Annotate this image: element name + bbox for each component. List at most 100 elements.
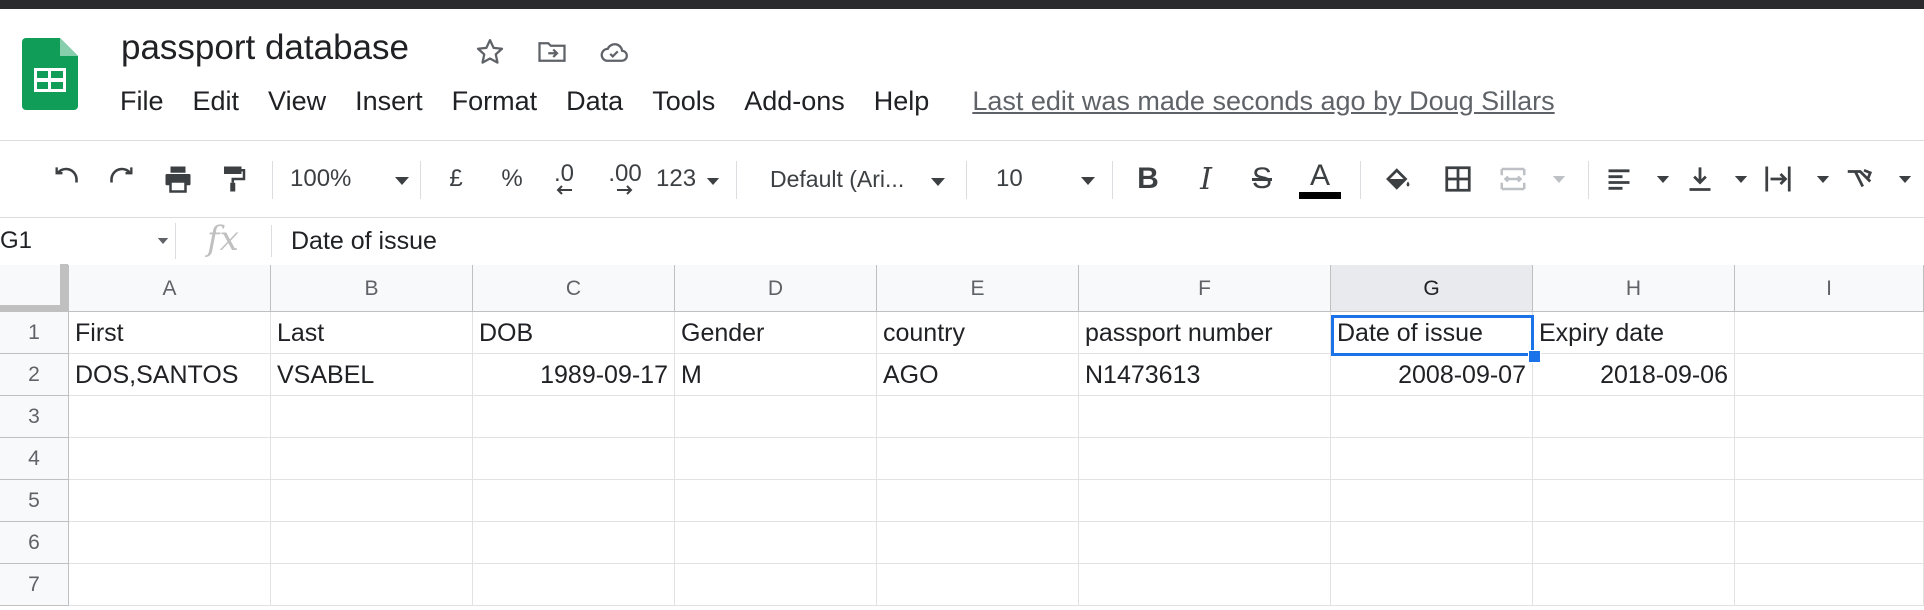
menu-help[interactable]: Help <box>874 86 930 117</box>
cell-f2[interactable]: N1473613 <box>1079 354 1331 396</box>
cell-i1[interactable] <box>1735 312 1924 354</box>
cell-c7[interactable] <box>473 564 675 606</box>
cell-a4[interactable] <box>69 438 271 480</box>
bold-button[interactable]: B <box>1128 155 1168 203</box>
cell-h7[interactable] <box>1533 564 1735 606</box>
cell-f7[interactable] <box>1079 564 1331 606</box>
row-header-2[interactable]: 2 <box>0 354 69 396</box>
cell-d6[interactable] <box>675 522 877 564</box>
menu-view[interactable]: View <box>268 86 326 117</box>
fill-handle[interactable] <box>1528 350 1541 363</box>
cell-c6[interactable] <box>473 522 675 564</box>
text-wrapping-icon[interactable] <box>1762 155 1830 203</box>
merge-cells-icon[interactable] <box>1496 155 1566 203</box>
menu-add-ons[interactable]: Add-ons <box>744 86 845 117</box>
cell-c3[interactable] <box>473 396 675 438</box>
cell-e5[interactable] <box>877 480 1079 522</box>
row-header-7[interactable]: 7 <box>0 564 69 606</box>
cell-b1[interactable]: Last <box>271 312 473 354</box>
cell-d1[interactable]: Gender <box>675 312 877 354</box>
cell-e2[interactable]: AGO <box>877 354 1079 396</box>
fill-color-icon[interactable] <box>1378 155 1418 203</box>
cell-i4[interactable] <box>1735 438 1924 480</box>
cell-h5[interactable] <box>1533 480 1735 522</box>
cell-f3[interactable] <box>1079 396 1331 438</box>
row-header-3[interactable]: 3 <box>0 396 69 438</box>
chevron-down-icon[interactable] <box>150 223 175 259</box>
text-rotation-icon[interactable] <box>1842 155 1912 203</box>
cell-h3[interactable] <box>1533 396 1735 438</box>
cell-i6[interactable] <box>1735 522 1924 564</box>
cell-b5[interactable] <box>271 480 473 522</box>
cell-f5[interactable] <box>1079 480 1331 522</box>
horizontal-align-icon[interactable] <box>1604 155 1670 203</box>
cell-b3[interactable] <box>271 396 473 438</box>
cell-d7[interactable] <box>675 564 877 606</box>
document-title[interactable]: passport database <box>121 28 409 68</box>
cell-a2[interactable]: DOS,SANTOS <box>69 354 271 396</box>
cell-b4[interactable] <box>271 438 473 480</box>
row-header-4[interactable]: 4 <box>0 438 69 480</box>
cell-i7[interactable] <box>1735 564 1924 606</box>
cell-g6[interactable] <box>1331 522 1533 564</box>
cell-a7[interactable] <box>69 564 271 606</box>
column-header-h[interactable]: H <box>1533 265 1735 312</box>
cell-d2[interactable]: M <box>675 354 877 396</box>
cell-c5[interactable] <box>473 480 675 522</box>
row-header-6[interactable]: 6 <box>0 522 69 564</box>
cell-f4[interactable] <box>1079 438 1331 480</box>
column-header-g[interactable]: G <box>1331 265 1533 312</box>
cell-g5[interactable] <box>1331 480 1533 522</box>
text-color-button[interactable]: A <box>1298 155 1342 203</box>
menu-insert[interactable]: Insert <box>355 86 423 117</box>
cell-e6[interactable] <box>877 522 1079 564</box>
column-header-c[interactable]: C <box>473 265 675 312</box>
cell-d5[interactable] <box>675 480 877 522</box>
cell-g3[interactable] <box>1331 396 1533 438</box>
menu-format[interactable]: Format <box>452 86 538 117</box>
cell-a3[interactable] <box>69 396 271 438</box>
column-header-i[interactable]: I <box>1735 265 1924 312</box>
row-header-1[interactable]: 1 <box>0 312 69 354</box>
cell-h2[interactable]: 2018-09-06 <box>1533 354 1735 396</box>
more-formats-select[interactable]: 123 <box>656 155 720 203</box>
menu-file[interactable]: File <box>120 86 164 117</box>
formula-input[interactable]: Date of issue <box>291 225 437 257</box>
vertical-align-icon[interactable] <box>1686 155 1748 203</box>
cell-c4[interactable] <box>473 438 675 480</box>
move-to-folder-icon[interactable] <box>534 34 570 70</box>
cell-i2[interactable] <box>1735 354 1924 396</box>
print-icon[interactable] <box>156 155 200 203</box>
column-header-e[interactable]: E <box>877 265 1079 312</box>
strikethrough-button[interactable]: S <box>1242 155 1282 203</box>
column-header-a[interactable]: A <box>69 265 271 312</box>
column-header-d[interactable]: D <box>675 265 877 312</box>
cell-b6[interactable] <box>271 522 473 564</box>
cell-h4[interactable] <box>1533 438 1735 480</box>
cell-c1[interactable]: DOB <box>473 312 675 354</box>
italic-button[interactable]: I <box>1186 155 1226 203</box>
cell-b2[interactable]: VSABEL <box>271 354 473 396</box>
cell-i3[interactable] <box>1735 396 1924 438</box>
paint-format-icon[interactable] <box>212 155 256 203</box>
undo-icon[interactable] <box>44 155 88 203</box>
cell-c2[interactable]: 1989-09-17 <box>473 354 675 396</box>
cell-e3[interactable] <box>877 396 1079 438</box>
cell-e7[interactable] <box>877 564 1079 606</box>
cell-e4[interactable] <box>877 438 1079 480</box>
column-header-f[interactable]: F <box>1079 265 1331 312</box>
cell-f6[interactable] <box>1079 522 1331 564</box>
cell-h6[interactable] <box>1533 522 1735 564</box>
select-all-corner[interactable] <box>0 264 69 312</box>
redo-icon[interactable] <box>100 155 144 203</box>
cell-h1[interactable]: Expiry date <box>1533 312 1735 354</box>
cloud-saved-icon[interactable] <box>596 34 632 70</box>
menu-edit[interactable]: Edit <box>193 86 240 117</box>
row-header-5[interactable]: 5 <box>0 480 69 522</box>
cell-g1[interactable]: Date of issue <box>1331 312 1533 354</box>
menu-data[interactable]: Data <box>566 86 623 117</box>
cell-d4[interactable] <box>675 438 877 480</box>
cell-g7[interactable] <box>1331 564 1533 606</box>
cell-f1[interactable]: passport number <box>1079 312 1331 354</box>
decrease-decimal-button[interactable]: .0 <box>542 155 586 203</box>
